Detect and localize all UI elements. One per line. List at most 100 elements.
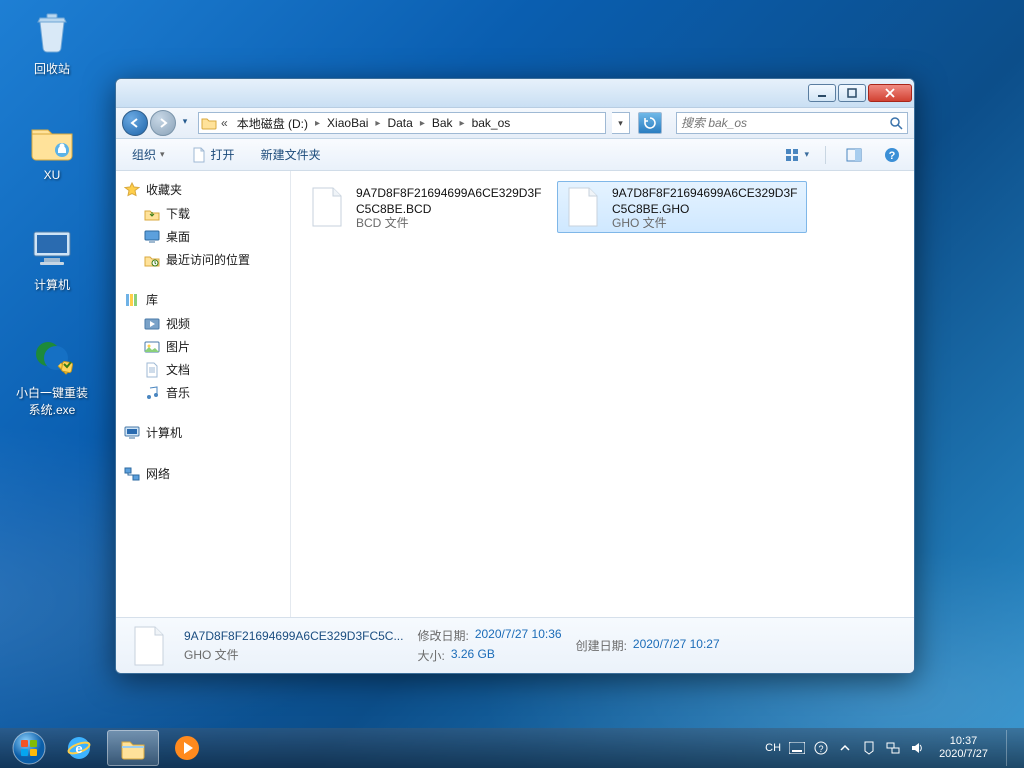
- details-pane: 9A7D8F8F21694699A6CE329D3FC5C... GHO 文件 …: [116, 617, 914, 673]
- chevron-right-icon: ▸: [458, 118, 467, 129]
- network-icon[interactable]: [885, 740, 901, 756]
- downloads-icon: [144, 206, 160, 222]
- taskbar: e CH ? 10:37 2020/7/27: [0, 728, 1024, 768]
- bc-bak[interactable]: Bak: [427, 113, 458, 133]
- created-label: 创建日期:: [576, 637, 627, 654]
- svg-text:?: ?: [889, 150, 896, 162]
- help-button[interactable]: ?: [880, 144, 904, 166]
- created-value: 2020/7/27 10:27: [633, 637, 720, 654]
- maximize-button[interactable]: [838, 84, 866, 102]
- nav-music[interactable]: 音乐: [116, 381, 290, 404]
- ime-indicator[interactable]: CH: [765, 742, 781, 754]
- recent-icon: [144, 252, 160, 268]
- new-folder-button[interactable]: 新建文件夹: [255, 143, 327, 166]
- ie-icon: e: [65, 734, 93, 762]
- folder-icon: [28, 116, 76, 164]
- label: XU: [12, 168, 92, 182]
- folder-xu[interactable]: XU: [12, 116, 92, 182]
- task-explorer[interactable]: [107, 730, 159, 766]
- start-orb-icon: [12, 731, 46, 765]
- file-icon: [562, 186, 604, 228]
- bc-prefix: «: [217, 116, 232, 130]
- network-icon: [124, 466, 140, 482]
- volume-icon[interactable]: [909, 740, 925, 756]
- folder-icon: [201, 115, 217, 131]
- search-icon: [889, 116, 903, 130]
- size-label: 大小:: [417, 647, 444, 664]
- action-center-icon[interactable]: [861, 740, 877, 756]
- panel-icon: [846, 148, 862, 162]
- refresh-button[interactable]: [638, 112, 662, 134]
- nav-favorites[interactable]: 收藏夹: [116, 177, 290, 202]
- maximize-icon: [847, 88, 857, 98]
- address-bar[interactable]: « 本地磁盘 (D:)▸ XiaoBai▸ Data▸ Bak▸ bak_os: [198, 112, 606, 134]
- nav-libraries[interactable]: 库: [116, 287, 290, 312]
- file-item[interactable]: 9A7D8F8F21694699A6CE329D3FC5C8BE.GHO GHO…: [557, 181, 807, 233]
- chevron-right-icon: ▸: [418, 118, 427, 129]
- app-icon: [28, 332, 76, 380]
- task-ie[interactable]: e: [53, 730, 105, 766]
- label: 回收站: [12, 60, 92, 77]
- close-button[interactable]: [868, 84, 912, 102]
- history-dropdown[interactable]: ▾: [178, 110, 192, 132]
- file-name: 9A7D8F8F21694699A6CE329D3FC5C8BE.BCD: [356, 186, 546, 216]
- minimize-icon: [817, 88, 827, 98]
- media-player-icon: [173, 734, 201, 762]
- file-icon: [128, 625, 170, 667]
- organize-menu[interactable]: 组织 ▾: [126, 143, 171, 166]
- music-icon: [144, 385, 160, 401]
- mod-label: 修改日期:: [417, 627, 468, 644]
- view-menu[interactable]: ▾: [785, 144, 809, 166]
- nav-videos[interactable]: 视频: [116, 312, 290, 335]
- close-icon: [884, 88, 896, 98]
- show-desktop-button[interactable]: [1006, 730, 1016, 766]
- recycle-bin-icon: [28, 8, 76, 56]
- clock[interactable]: 10:37 2020/7/27: [933, 735, 994, 761]
- search-box[interactable]: [676, 112, 908, 134]
- video-icon: [144, 316, 160, 332]
- computer[interactable]: 计算机: [12, 224, 92, 293]
- address-dropdown[interactable]: ▾: [612, 112, 630, 134]
- desktop-icon: [144, 229, 160, 245]
- arrow-left-icon: [129, 117, 141, 129]
- file-type: BCD 文件: [356, 216, 546, 228]
- tray-up-icon[interactable]: [837, 740, 853, 756]
- nav-computer[interactable]: 计算机: [116, 420, 290, 445]
- start-button[interactable]: [6, 730, 52, 766]
- file-name: 9A7D8F8F21694699A6CE329D3FC5C8BE.GHO: [612, 186, 802, 216]
- bc-data[interactable]: Data: [382, 113, 417, 133]
- document-icon: [144, 362, 160, 378]
- computer-icon: [28, 224, 76, 272]
- nav-downloads[interactable]: 下载: [116, 202, 290, 225]
- tray-keyboard-icon[interactable]: [789, 740, 805, 756]
- label: 计算机: [12, 276, 92, 293]
- document-icon: [191, 147, 207, 163]
- recycle-bin[interactable]: 回收站: [12, 8, 92, 77]
- nav-recent[interactable]: 最近访问的位置: [116, 248, 290, 271]
- explorer-window: ▾ « 本地磁盘 (D:)▸ XiaoBai▸ Data▸ Bak▸ bak_o…: [115, 78, 915, 674]
- tray-help-icon[interactable]: ?: [813, 740, 829, 756]
- nav-desktop[interactable]: 桌面: [116, 225, 290, 248]
- detail-name: 9A7D8F8F21694699A6CE329D3FC5C...: [184, 629, 403, 643]
- nav-row: ▾ « 本地磁盘 (D:)▸ XiaoBai▸ Data▸ Bak▸ bak_o…: [116, 107, 914, 139]
- file-item[interactable]: 9A7D8F8F21694699A6CE329D3FC5C8BE.BCD BCD…: [301, 181, 551, 233]
- minimize-button[interactable]: [808, 84, 836, 102]
- nav-network[interactable]: 网络: [116, 461, 290, 486]
- search-input[interactable]: [681, 116, 889, 130]
- titlebar[interactable]: [116, 79, 914, 107]
- computer-icon: [124, 425, 140, 441]
- nav-documents[interactable]: 文档: [116, 358, 290, 381]
- open-button[interactable]: 打开: [185, 143, 241, 166]
- app-xiaobai[interactable]: 小白一键重装系统.exe: [12, 332, 92, 418]
- bc-bakos[interactable]: bak_os: [467, 113, 516, 133]
- preview-pane-button[interactable]: [842, 144, 866, 166]
- task-wmp[interactable]: [161, 730, 213, 766]
- bc-xiaobai[interactable]: XiaoBai: [322, 113, 373, 133]
- back-button[interactable]: [122, 110, 148, 136]
- nav-pictures[interactable]: 图片: [116, 335, 290, 358]
- folder-icon: [119, 734, 147, 762]
- bc-drive[interactable]: 本地磁盘 (D:): [232, 113, 313, 133]
- forward-button[interactable]: [150, 110, 176, 136]
- refresh-icon: [643, 116, 657, 130]
- chevron-right-icon: ▸: [373, 118, 382, 129]
